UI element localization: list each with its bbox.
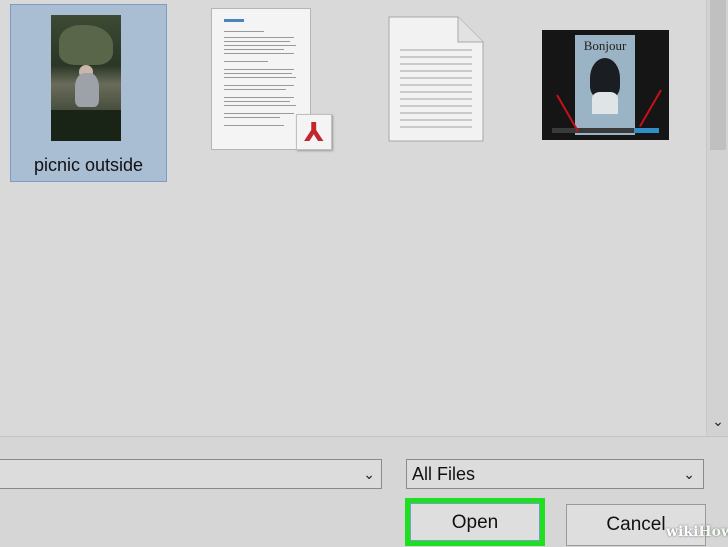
file-type-select[interactable]: All Files ⌄: [406, 459, 704, 489]
chevron-down-icon[interactable]: ⌄: [363, 466, 375, 483]
watermark-prefix: wiki: [666, 524, 699, 540]
file-name-label: picnic outside: [33, 155, 144, 175]
watermark: wikiHow: [666, 524, 728, 540]
pdf-icon: ⅄: [296, 114, 332, 150]
open-button-highlight: Open: [405, 498, 545, 546]
file-list-area: picnic outside ⅄ Bonjour: [0, 0, 706, 436]
thumbnail-title: Bonjour: [583, 38, 627, 53]
file-name-input[interactable]: ⌄: [0, 459, 382, 489]
open-button[interactable]: Open: [410, 503, 540, 541]
chevron-down-icon[interactable]: ⌄: [683, 466, 695, 483]
watermark-suffix: How: [698, 524, 728, 540]
scrollbar-thumb[interactable]: [710, 0, 726, 150]
text-document-thumbnail: [388, 16, 484, 142]
bonjour-image-thumbnail: Bonjour: [542, 30, 669, 140]
file-type-value: All Files: [412, 464, 476, 484]
scroll-down-arrow-icon[interactable]: ⌄: [709, 412, 727, 430]
photo-thumbnail: [51, 15, 121, 141]
vertical-scrollbar[interactable]: ⌄: [706, 0, 728, 436]
file-item-picnic-outside[interactable]: picnic outside: [10, 4, 167, 182]
